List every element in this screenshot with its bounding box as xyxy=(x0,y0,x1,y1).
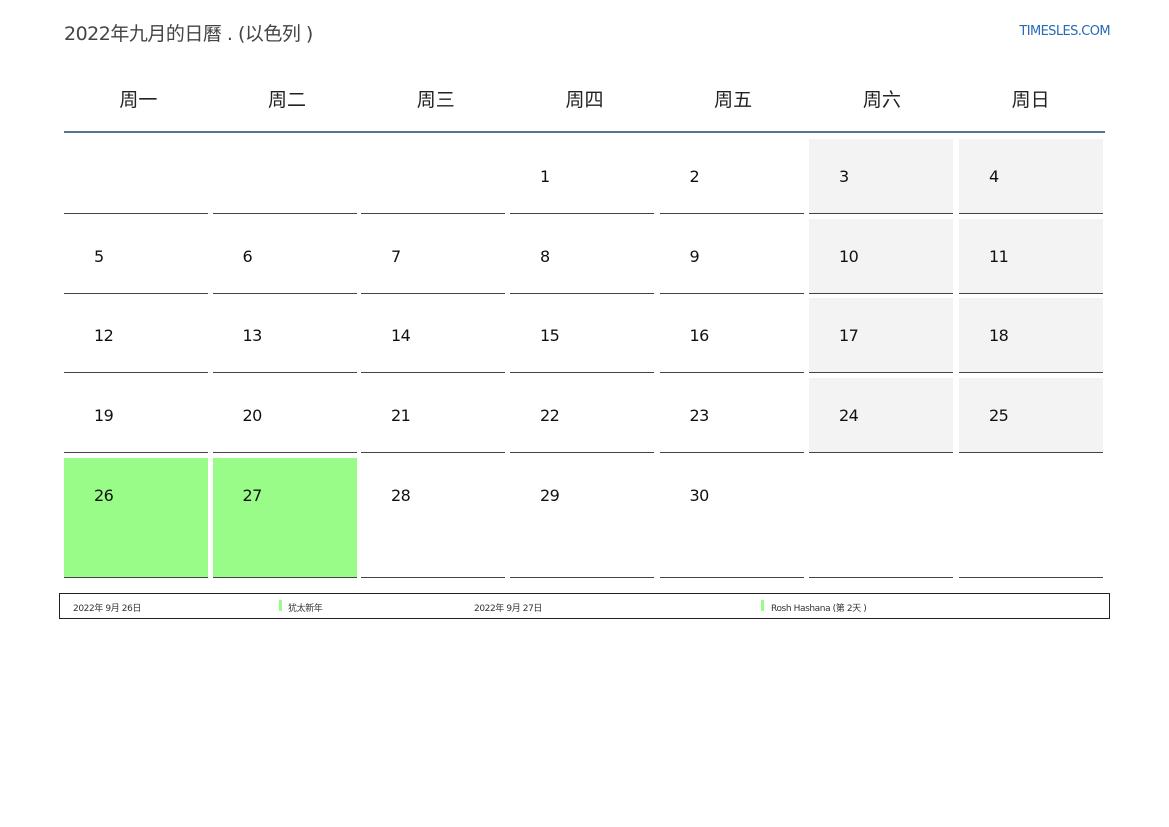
day-number: 11 xyxy=(989,247,1009,266)
empty-day-cell xyxy=(959,458,1103,578)
day-number: 4 xyxy=(989,167,999,186)
day-number: 25 xyxy=(989,406,1009,425)
day-cell: 30 xyxy=(659,458,804,578)
weekday-sat: 周六 xyxy=(862,89,901,111)
day-cell: 17 xyxy=(809,298,953,373)
day-number: 3 xyxy=(839,167,849,186)
legend-color-marker xyxy=(279,600,282,611)
day-number: 17 xyxy=(839,326,859,345)
day-cell: 6 xyxy=(212,219,357,294)
day-number: 14 xyxy=(391,326,411,345)
day-cell: 24 xyxy=(809,378,953,453)
day-number: 13 xyxy=(242,326,263,345)
day-number: 1 xyxy=(540,167,550,186)
day-cell: 11 xyxy=(959,219,1103,294)
day-cell: 13 xyxy=(212,298,357,373)
day-number: 2 xyxy=(689,167,700,186)
day-number: 27 xyxy=(242,486,263,505)
day-cell: 2 xyxy=(659,139,804,214)
empty-day-cell xyxy=(361,139,505,214)
day-number: 23 xyxy=(689,406,710,425)
day-number: 6 xyxy=(242,247,253,266)
day-cell: 7 xyxy=(361,219,505,294)
day-number: 5 xyxy=(94,247,104,266)
legend-holiday-name: Rosh Hashana (第 2天 ) xyxy=(771,604,867,614)
day-cell: 14 xyxy=(361,298,505,373)
weekday-header-row: 周一 周二 周三 周四 周五 周六 周日 xyxy=(64,70,1105,130)
day-cell: 21 xyxy=(361,378,505,453)
holiday-legend: 2022年 9月 26日 犹太新年 2022年 9月 27日 Rosh Hash… xyxy=(59,593,1110,619)
empty-day-cell xyxy=(809,458,953,578)
day-number: 19 xyxy=(94,406,114,425)
weekday-wed: 周三 xyxy=(416,89,455,111)
empty-day-cell xyxy=(212,139,357,214)
day-number: 7 xyxy=(391,247,401,266)
day-cell: 19 xyxy=(64,378,208,453)
day-number: 21 xyxy=(391,406,411,425)
day-cell: 26 xyxy=(64,458,208,578)
legend-date: 2022年 9月 26日 xyxy=(73,604,142,614)
day-number: 24 xyxy=(839,406,859,425)
site-link[interactable]: TIMESLES.COM xyxy=(1019,24,1110,39)
day-cell: 28 xyxy=(361,458,505,578)
day-number: 20 xyxy=(242,406,263,425)
weekday-mon: 周一 xyxy=(119,89,158,111)
legend-holiday-name: 犹太新年 xyxy=(288,604,323,614)
legend-color-marker xyxy=(761,600,764,611)
weekday-fri: 周五 xyxy=(714,89,753,111)
day-number: 16 xyxy=(689,326,710,345)
day-cell: 3 xyxy=(809,139,953,214)
day-cell: 5 xyxy=(64,219,208,294)
day-number: 28 xyxy=(391,486,411,505)
legend-date: 2022年 9月 27日 xyxy=(474,604,543,614)
day-number: 18 xyxy=(989,326,1009,345)
day-cell: 15 xyxy=(510,298,654,373)
weekday-sun: 周日 xyxy=(1011,89,1050,111)
day-cell: 12 xyxy=(64,298,208,373)
day-number: 12 xyxy=(94,326,114,345)
day-cell: 22 xyxy=(510,378,654,453)
day-number: 15 xyxy=(540,326,560,345)
day-cell: 20 xyxy=(212,378,357,453)
day-number: 9 xyxy=(689,247,700,266)
day-cell: 1 xyxy=(510,139,654,214)
header-divider xyxy=(64,131,1105,133)
day-number: 10 xyxy=(839,247,859,266)
weekday-thu: 周四 xyxy=(565,89,604,111)
page-title: 2022年九月的日曆 . (以色列 ) xyxy=(64,23,313,45)
day-cell: 29 xyxy=(510,458,654,578)
day-cell: 8 xyxy=(510,219,654,294)
day-number: 22 xyxy=(540,406,560,425)
day-cell: 18 xyxy=(959,298,1103,373)
day-cell: 16 xyxy=(659,298,804,373)
day-number: 29 xyxy=(540,486,560,505)
day-cell: 10 xyxy=(809,219,953,294)
empty-day-cell xyxy=(64,139,208,214)
day-cell: 9 xyxy=(659,219,804,294)
day-number: 8 xyxy=(540,247,550,266)
day-cell: 27 xyxy=(212,458,357,578)
day-number: 26 xyxy=(94,486,114,505)
day-cell: 25 xyxy=(959,378,1103,453)
day-cell: 23 xyxy=(659,378,804,453)
weekday-tue: 周二 xyxy=(268,89,307,111)
day-cell: 4 xyxy=(959,139,1103,214)
day-number: 30 xyxy=(689,486,710,505)
